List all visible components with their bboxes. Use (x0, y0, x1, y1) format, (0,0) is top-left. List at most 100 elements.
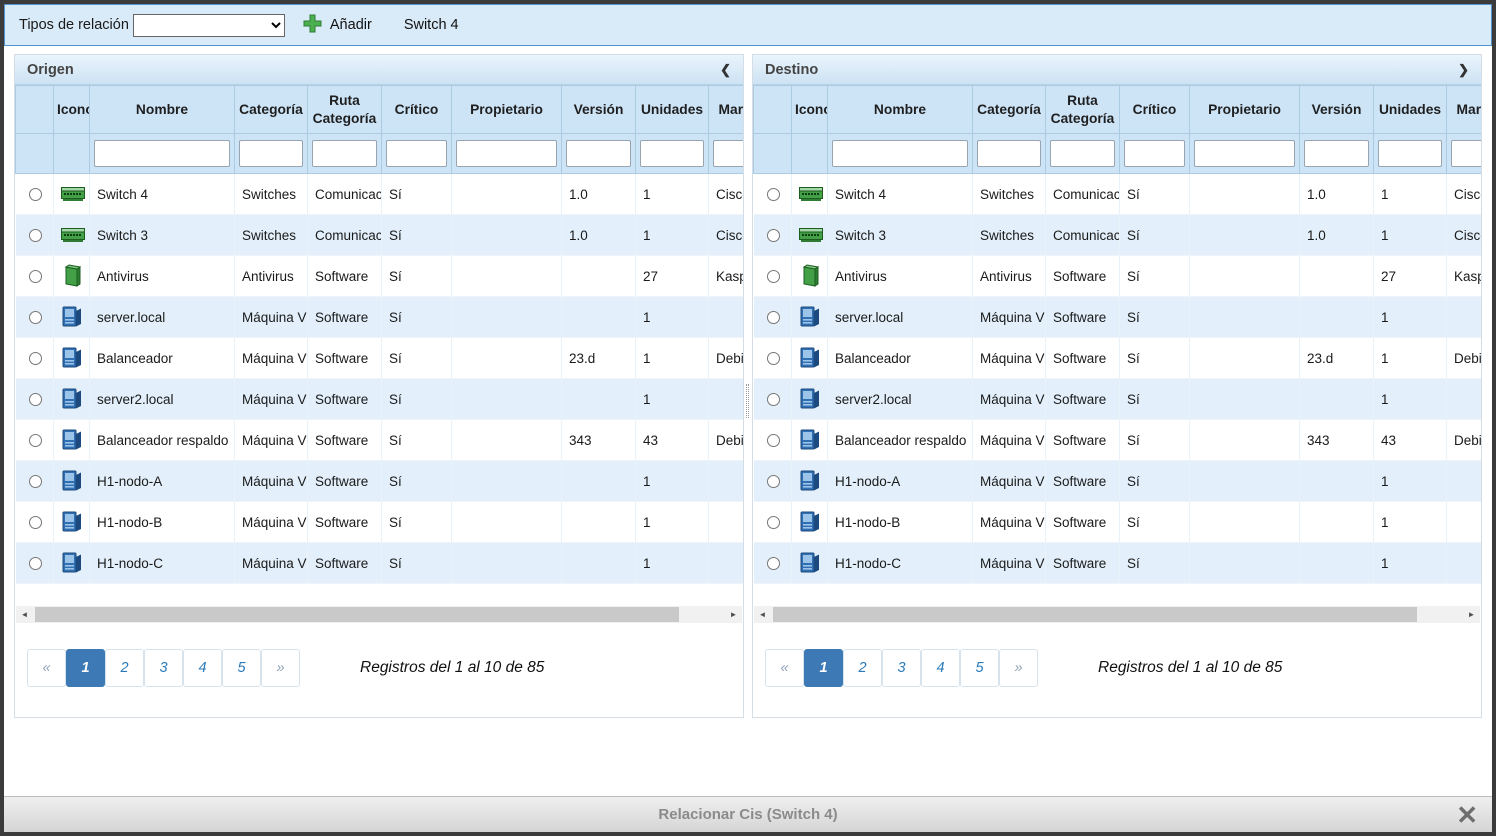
column-header-critico[interactable]: Crítico (1120, 86, 1190, 134)
prev-page-button[interactable]: « (27, 649, 66, 687)
table-row[interactable]: H1-nodo-CMáquina VirtualSoftwareSí1 (754, 543, 1482, 584)
column-header-icono[interactable]: Icono (792, 86, 828, 134)
row-select-radio[interactable] (29, 311, 42, 324)
column-header-categoria[interactable]: Categoría (235, 86, 308, 134)
table-row[interactable]: Switch 4SwitchesComunicacionesSí1.01Cisc… (754, 174, 1482, 215)
filter-input-critico[interactable] (386, 140, 447, 167)
scrollbar-track[interactable] (771, 606, 1463, 623)
table-row[interactable]: AntivirusAntivirusSoftwareSí27Kaspersky (754, 256, 1482, 297)
table-row[interactable]: Switch 4SwitchesComunicacionesSí1.01Cisc… (16, 174, 744, 215)
table-row[interactable]: H1-nodo-BMáquina VirtualSoftwareSí1 (16, 502, 744, 543)
table-row[interactable]: H1-nodo-AMáquina VirtualSoftwareSí1 (16, 461, 744, 502)
row-select-radio[interactable] (29, 434, 42, 447)
horizontal-scrollbar[interactable]: ◄ ► (16, 606, 742, 623)
filter-input-version[interactable] (566, 140, 631, 167)
row-select-radio[interactable] (767, 393, 780, 406)
column-header-ruta-categoria[interactable]: Ruta Categoría (308, 86, 382, 134)
page-button-3[interactable]: 3 (882, 649, 921, 687)
column-header-propietario[interactable]: Propietario (1190, 86, 1300, 134)
row-select-radio[interactable] (767, 557, 780, 570)
scroll-right-arrow-icon[interactable]: ► (725, 606, 742, 623)
page-button-4[interactable]: 4 (183, 649, 222, 687)
table-row[interactable]: H1-nodo-AMáquina VirtualSoftwareSí1 (754, 461, 1482, 502)
page-button-4[interactable]: 4 (921, 649, 960, 687)
next-page-button[interactable]: » (261, 649, 300, 687)
row-select-radio[interactable] (29, 352, 42, 365)
row-select-radio[interactable] (767, 270, 780, 283)
row-select-radio[interactable] (767, 475, 780, 488)
table-row[interactable]: server2.localMáquina VirtualSoftwareSí1 (16, 379, 744, 420)
filter-input-ruta-categoria[interactable] (1050, 140, 1115, 167)
scrollbar-thumb[interactable] (773, 607, 1417, 622)
scroll-right-arrow-icon[interactable]: ► (1463, 606, 1480, 623)
table-row[interactable]: Balanceador respaldoMáquina VirtualSoftw… (16, 420, 744, 461)
scroll-left-arrow-icon[interactable]: ◄ (754, 606, 771, 623)
panel-splitter[interactable] (744, 54, 752, 718)
column-header-critico[interactable]: Crítico (382, 86, 452, 134)
filter-input-categoria[interactable] (977, 140, 1041, 167)
page-button-2[interactable]: 2 (105, 649, 144, 687)
table-row[interactable]: Switch 3SwitchesComunicacionesSí1.01Cisc… (16, 215, 744, 256)
column-header-propietario[interactable]: Propietario (452, 86, 562, 134)
page-button-5[interactable]: 5 (222, 649, 261, 687)
table-row[interactable]: server2.localMáquina VirtualSoftwareSí1 (754, 379, 1482, 420)
column-header-ruta-categoria[interactable]: Ruta Categoría (1046, 86, 1120, 134)
column-header-nombre[interactable]: Nombre (828, 86, 973, 134)
collapse-right-icon[interactable]: ❯ (1458, 62, 1469, 78)
filter-input-marca[interactable] (713, 140, 743, 167)
horizontal-scrollbar[interactable]: ◄ ► (754, 606, 1480, 623)
filter-input-nombre[interactable] (94, 140, 230, 167)
row-select-radio[interactable] (29, 516, 42, 529)
filter-input-propietario[interactable] (456, 140, 557, 167)
row-select-radio[interactable] (29, 270, 42, 283)
filter-input-propietario[interactable] (1194, 140, 1295, 167)
table-row[interactable]: BalanceadorMáquina VirtualSoftwareSí23.d… (754, 338, 1482, 379)
row-select-radio[interactable] (767, 188, 780, 201)
column-header-unidades[interactable]: Unidades (1374, 86, 1447, 134)
add-relation-button[interactable]: Añadir (303, 14, 372, 37)
scroll-left-arrow-icon[interactable]: ◄ (16, 606, 33, 623)
filter-input-unidades[interactable] (1378, 140, 1442, 167)
relation-type-select[interactable] (133, 14, 285, 37)
column-header-unidades[interactable]: Unidades (636, 86, 709, 134)
column-header-version[interactable]: Versión (562, 86, 636, 134)
column-header-categoria[interactable]: Categoría (973, 86, 1046, 134)
column-header-nombre[interactable]: Nombre (90, 86, 235, 134)
filter-input-critico[interactable] (1124, 140, 1185, 167)
collapse-left-icon[interactable]: ❮ (720, 62, 731, 78)
table-row[interactable]: Switch 3SwitchesComunicacionesSí1.01Cisc… (754, 215, 1482, 256)
filter-input-unidades[interactable] (640, 140, 704, 167)
page-button-2[interactable]: 2 (843, 649, 882, 687)
table-row[interactable]: AntivirusAntivirusSoftwareSí27Kaspersky (16, 256, 744, 297)
table-row[interactable]: H1-nodo-BMáquina VirtualSoftwareSí1 (754, 502, 1482, 543)
row-select-radio[interactable] (29, 393, 42, 406)
filter-input-nombre[interactable] (832, 140, 968, 167)
column-header-version[interactable]: Versión (1300, 86, 1374, 134)
row-select-radio[interactable] (767, 229, 780, 242)
row-select-radio[interactable] (767, 434, 780, 447)
row-select-radio[interactable] (767, 311, 780, 324)
row-select-radio[interactable] (29, 475, 42, 488)
table-row[interactable]: Balanceador respaldoMáquina VirtualSoftw… (754, 420, 1482, 461)
column-header-marca[interactable]: Marca (709, 86, 744, 134)
row-select-radio[interactable] (29, 557, 42, 570)
table-row[interactable]: BalanceadorMáquina VirtualSoftwareSí23.d… (16, 338, 744, 379)
table-row[interactable]: server.localMáquina VirtualSoftwareSí1 (754, 297, 1482, 338)
row-select-radio[interactable] (29, 229, 42, 242)
page-button-3[interactable]: 3 (144, 649, 183, 687)
filter-input-marca[interactable] (1451, 140, 1481, 167)
scrollbar-thumb[interactable] (35, 607, 679, 622)
page-button-5[interactable]: 5 (960, 649, 999, 687)
page-button-1[interactable]: 1 (804, 649, 843, 687)
column-header-icono[interactable]: Icono (54, 86, 90, 134)
filter-input-version[interactable] (1304, 140, 1369, 167)
filter-input-ruta-categoria[interactable] (312, 140, 377, 167)
prev-page-button[interactable]: « (765, 649, 804, 687)
page-button-1[interactable]: 1 (66, 649, 105, 687)
table-row[interactable]: H1-nodo-CMáquina VirtualSoftwareSí1 (16, 543, 744, 584)
row-select-radio[interactable] (29, 188, 42, 201)
table-row[interactable]: server.localMáquina VirtualSoftwareSí1 (16, 297, 744, 338)
next-page-button[interactable]: » (999, 649, 1038, 687)
filter-input-categoria[interactable] (239, 140, 303, 167)
close-icon[interactable]: ✕ (1456, 799, 1478, 831)
